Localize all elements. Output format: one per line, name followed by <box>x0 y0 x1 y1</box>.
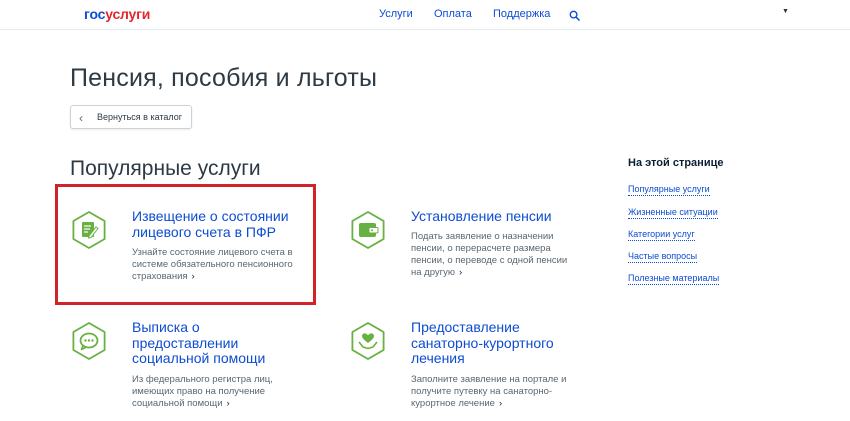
service-title-social-help[interactable]: Выписка о предоставлении социальной помо… <box>132 319 302 367</box>
sidebar-link-life-situations[interactable]: Жизненные ситуации <box>628 207 718 219</box>
sidebar-title: На этой странице <box>628 157 724 169</box>
sidebar-link-faq[interactable]: Частые вопросы <box>628 251 698 263</box>
service-desc-social-help: Из федерального регистра лиц, имеющих пр… <box>132 374 273 409</box>
chevron-right-icon[interactable]: › <box>499 398 502 409</box>
back-to-catalog-button[interactable]: ‹ Вернуться в каталог <box>70 105 192 129</box>
service-title-pension[interactable]: Установление пенсии <box>411 208 586 225</box>
sidebar-link-categories[interactable]: Категории услуг <box>628 229 695 241</box>
chat-bubble-icon <box>69 321 109 361</box>
heart-hands-icon <box>348 321 388 361</box>
nav-support[interactable]: Поддержка <box>493 8 550 20</box>
gosuslugi-logo[interactable]: госуслуги <box>84 6 150 22</box>
nav-services[interactable]: Услуги <box>379 8 413 20</box>
sidebar-link-materials[interactable]: Полезные материалы <box>628 273 720 285</box>
highlight-frame <box>55 184 316 305</box>
wallet-icon <box>348 210 388 250</box>
service-desc-pension: Подать заявление о назначении пенсии, о … <box>411 231 568 278</box>
top-header: госуслуги Услуги Оплата Поддержка ▼ <box>0 0 850 30</box>
chevron-left-icon: ‹ <box>79 111 83 125</box>
page-title: Пенсия, пособия и льготы <box>70 64 378 92</box>
back-button-label: Вернуться в каталог <box>97 112 183 122</box>
nav-payment[interactable]: Оплата <box>434 8 472 20</box>
chevron-right-icon[interactable]: › <box>227 398 230 409</box>
sidebar-link-popular[interactable]: Популярные услуги <box>628 184 710 196</box>
chevron-right-icon[interactable]: › <box>459 267 462 278</box>
service-title-sanatorium[interactable]: Предоставление санаторно-курортного лече… <box>411 319 586 367</box>
section-title: Популярные услуги <box>70 157 261 180</box>
service-desc-sanatorium: Заполните заявление на портале и получит… <box>411 374 567 409</box>
caret-down-icon[interactable]: ▼ <box>782 8 789 15</box>
search-icon[interactable] <box>569 8 580 26</box>
